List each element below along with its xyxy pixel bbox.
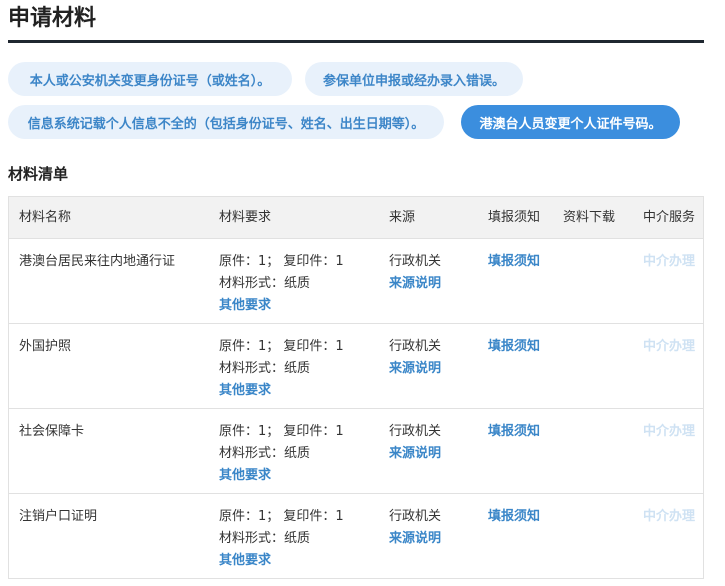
agency-service-link[interactable]: 中介办理 (643, 254, 695, 269)
other-requirements-link[interactable]: 其他要求 (219, 550, 344, 572)
material-source: 行政机关 来源说明 (389, 421, 441, 465)
requirement-form: 材料形式：纸质 (219, 531, 311, 546)
source-note-link[interactable]: 来源说明 (389, 528, 441, 550)
col-requirement: 材料要求 (219, 210, 272, 225)
other-requirements-link[interactable]: 其他要求 (219, 295, 344, 317)
material-agency: 中介办理 (643, 336, 695, 358)
page-title: 申请材料 (8, 6, 97, 31)
material-agency: 中介办理 (643, 506, 695, 528)
material-source: 行政机关 来源说明 (389, 506, 441, 550)
col-source: 来源 (389, 210, 416, 225)
material-agency: 中介办理 (643, 421, 695, 443)
material-name: 外国护照 (19, 339, 72, 354)
fill-notice-link[interactable]: 填报须知 (488, 251, 540, 273)
material-agency: 中介办理 (643, 251, 695, 273)
agency-service-link[interactable]: 中介办理 (643, 424, 695, 439)
source-value: 行政机关 (389, 509, 442, 524)
requirement-form: 材料形式：纸质 (219, 446, 311, 461)
material-fill: 填报须知 (488, 251, 540, 273)
material-source: 行政机关 来源说明 (389, 336, 441, 380)
table-row: 社会保障卡 原件：1； 复印件：1 材料形式：纸质 其他要求 行政机关 来源说明… (9, 409, 703, 494)
requirement-count: 原件：1； 复印件：1 (219, 509, 344, 524)
fill-notice-link[interactable]: 填报须知 (488, 506, 540, 528)
fill-notice-link[interactable]: 填报须知 (488, 336, 540, 358)
table-row: 港澳台居民来往内地通行证 原件：1； 复印件：1 材料形式：纸质 其他要求 行政… (9, 239, 703, 324)
scenario-tab-4[interactable]: 港澳台人员变更个人证件号码。 (461, 105, 680, 139)
material-name: 社会保障卡 (19, 424, 85, 439)
agency-service-link[interactable]: 中介办理 (643, 339, 695, 354)
material-requirement: 原件：1； 复印件：1 材料形式：纸质 其他要求 (219, 336, 344, 402)
table-row: 外国护照 原件：1； 复印件：1 材料形式：纸质 其他要求 行政机关 来源说明 … (9, 324, 703, 409)
scenario-tab-2[interactable]: 参保单位申报或经办录入错误。 (305, 62, 523, 96)
requirement-form: 材料形式：纸质 (219, 276, 311, 291)
material-requirement: 原件：1； 复印件：1 材料形式：纸质 其他要求 (219, 421, 344, 487)
material-fill: 填报须知 (488, 336, 540, 358)
requirement-count: 原件：1； 复印件：1 (219, 254, 344, 269)
other-requirements-link[interactable]: 其他要求 (219, 380, 344, 402)
scenario-tab-3[interactable]: 信息系统记载个人信息不全的（包括身份证号、姓名、出生日期等）。 (8, 105, 444, 139)
agency-service-link[interactable]: 中介办理 (643, 509, 695, 524)
other-requirements-link[interactable]: 其他要求 (219, 465, 344, 487)
requirement-count: 原件：1； 复印件：1 (219, 424, 344, 439)
col-fill-notice: 填报须知 (488, 210, 541, 225)
table-header: 材料名称 材料要求 来源 填报须知 资料下载 中介服务 (9, 197, 703, 239)
requirement-count: 原件：1； 复印件：1 (219, 339, 344, 354)
source-value: 行政机关 (389, 254, 442, 269)
col-name: 材料名称 (19, 210, 72, 225)
scenario-tab-1[interactable]: 本人或公安机关变更身份证号（或姓名）。 (8, 62, 292, 96)
fill-notice-link[interactable]: 填报须知 (488, 421, 540, 443)
table-row: 注销户口证明 原件：1； 复印件：1 材料形式：纸质 其他要求 行政机关 来源说… (9, 494, 703, 579)
material-name: 注销户口证明 (19, 509, 98, 524)
material-fill: 填报须知 (488, 421, 540, 443)
material-requirement: 原件：1； 复印件：1 材料形式：纸质 其他要求 (219, 506, 344, 572)
materials-table: 材料名称 材料要求 来源 填报须知 资料下载 中介服务 港澳台居民来往内地通行证… (8, 196, 704, 579)
source-note-link[interactable]: 来源说明 (389, 443, 441, 465)
source-note-link[interactable]: 来源说明 (389, 273, 441, 295)
material-fill: 填报须知 (488, 506, 540, 528)
col-download: 资料下载 (563, 210, 616, 225)
title-divider (8, 40, 704, 43)
materials-section-title: 材料清单 (8, 165, 69, 183)
source-value: 行政机关 (389, 339, 442, 354)
material-requirement: 原件：1； 复印件：1 材料形式：纸质 其他要求 (219, 251, 344, 317)
material-source: 行政机关 来源说明 (389, 251, 441, 295)
requirement-form: 材料形式：纸质 (219, 361, 311, 376)
col-agency: 中介服务 (643, 210, 696, 225)
material-name: 港澳台居民来往内地通行证 (19, 254, 176, 269)
source-note-link[interactable]: 来源说明 (389, 358, 441, 380)
source-value: 行政机关 (389, 424, 442, 439)
